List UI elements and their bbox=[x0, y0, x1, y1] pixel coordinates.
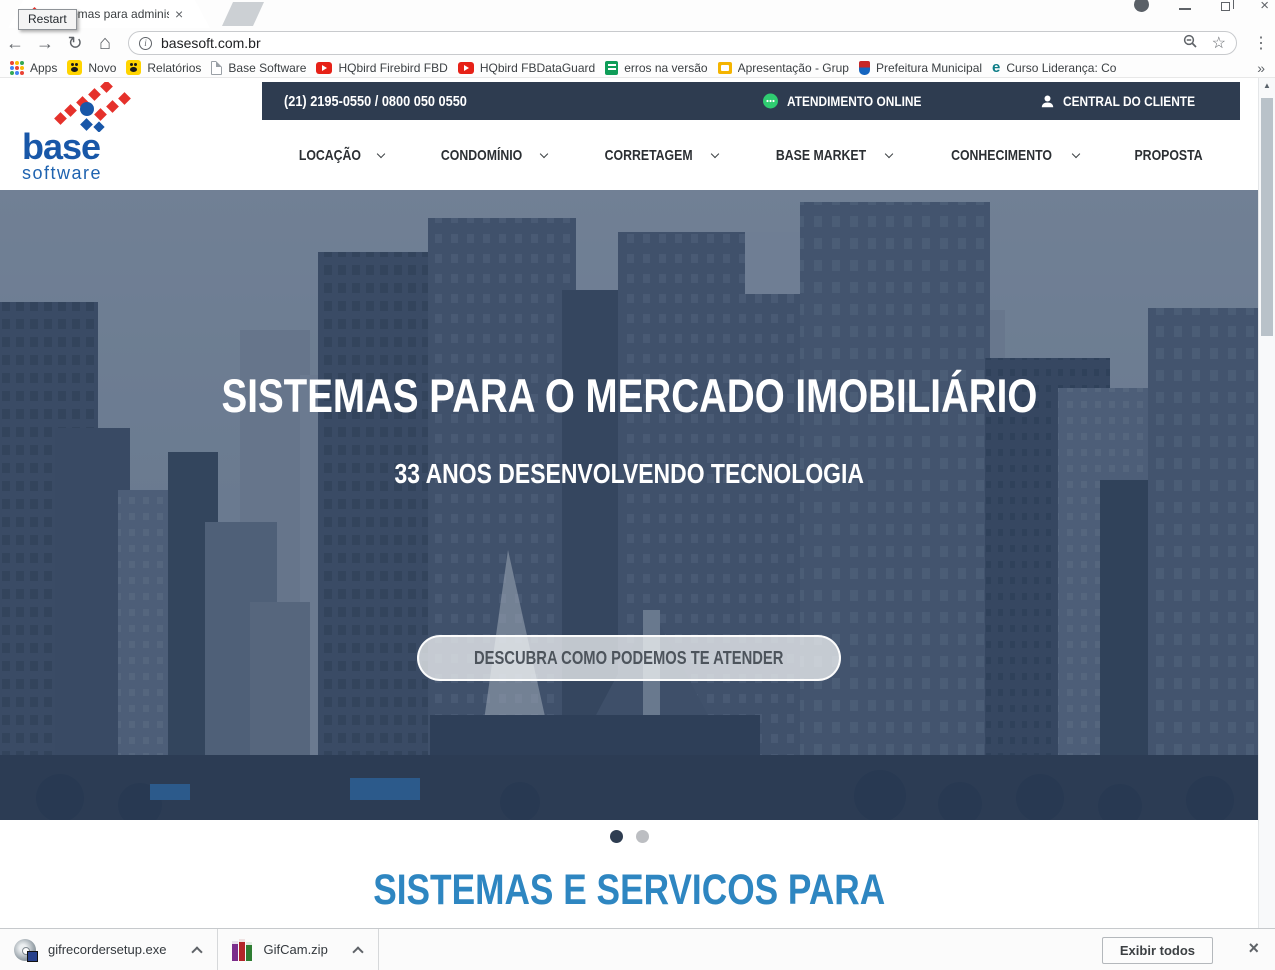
city-skyline-image bbox=[0, 190, 1258, 820]
bookmark-item[interactable]: Novo bbox=[67, 60, 116, 75]
atendimento-online-link[interactable]: ATENDIMENTO ONLINE bbox=[762, 93, 945, 110]
zoom-out-icon[interactable] bbox=[1183, 34, 1198, 53]
close-download-shelf-icon[interactable]: × bbox=[1248, 938, 1259, 959]
nav-item-base-market[interactable]: BASE MARKET bbox=[766, 147, 892, 164]
page-scrollbar[interactable]: ▲ bbox=[1258, 78, 1275, 928]
restart-tooltip: Restart bbox=[18, 9, 77, 30]
download-item[interactable]: GifCam.zip bbox=[218, 929, 379, 970]
bookmark-item[interactable]: Relatórios bbox=[126, 60, 201, 75]
carousel-dots bbox=[0, 830, 1258, 843]
hero-title: SISTEMAS PARA O MERCADO IMOBILIÁRIO bbox=[0, 368, 1258, 423]
profile-avatar-icon[interactable] bbox=[1134, 0, 1149, 12]
scrollbar-thumb[interactable] bbox=[1261, 98, 1273, 336]
edge-icon: e bbox=[992, 60, 1000, 75]
chevron-down-icon bbox=[376, 149, 384, 157]
paw-icon bbox=[126, 60, 141, 75]
download-menu-chevron-icon[interactable] bbox=[352, 946, 363, 957]
chrome-menu-icon[interactable]: ⋮ bbox=[1247, 33, 1275, 53]
forward-button[interactable]: → bbox=[30, 33, 60, 54]
sheets-icon bbox=[605, 61, 618, 75]
crest-icon bbox=[859, 61, 870, 75]
hero-banner: SISTEMAS PARA O MERCADO IMOBILIÁRIO 33 A… bbox=[0, 190, 1258, 820]
bookmark-item[interactable]: Base Software bbox=[211, 61, 306, 75]
site-header: base software (21) 2195-0550 / 0800 050 … bbox=[0, 78, 1258, 190]
download-menu-chevron-icon[interactable] bbox=[191, 946, 202, 957]
chevron-down-icon bbox=[885, 149, 893, 157]
download-shelf: gifrecordersetup.exe GifCam.zip Exibir t… bbox=[0, 928, 1275, 970]
bookmarks-overflow-chevron[interactable]: » bbox=[1257, 60, 1265, 76]
tab-close-icon[interactable]: × bbox=[175, 7, 183, 21]
reload-button[interactable]: ↻ bbox=[60, 33, 90, 54]
bookmarks-bar: Apps Novo Relatórios Base Software HQbir… bbox=[0, 58, 1275, 78]
chevron-down-icon bbox=[540, 149, 548, 157]
nav-item-condominio[interactable]: CONDOMÍNIO bbox=[432, 147, 547, 164]
show-all-downloads-button[interactable]: Exibir todos bbox=[1102, 937, 1213, 964]
site-topbar: (21) 2195-0550 / 0800 050 0550 ATENDIMEN… bbox=[262, 82, 1240, 120]
close-window-button[interactable]: × bbox=[1260, 0, 1269, 14]
winrar-icon bbox=[232, 939, 252, 961]
hero-subtitle: 33 ANOS DESENVOLVENDO TECNOLOGIA bbox=[0, 458, 1258, 490]
download-item[interactable]: gifrecordersetup.exe bbox=[0, 929, 218, 970]
bookmark-star-icon[interactable]: ☆ bbox=[1212, 33, 1226, 53]
person-icon bbox=[1040, 94, 1055, 109]
site-nav: LOCAÇÃO CONDOMÍNIO CORRETAGEM BASE MARKE… bbox=[262, 120, 1240, 190]
youtube-icon bbox=[316, 62, 332, 74]
chat-bubble-icon bbox=[762, 93, 779, 110]
section-heading: SISTEMAS E SERVICOS PARA bbox=[0, 866, 1258, 915]
nav-item-proposta[interactable]: PROPOSTA bbox=[1127, 147, 1210, 164]
bookmark-item[interactable]: erros na versão bbox=[605, 61, 707, 75]
browser-window: Sistemas para administra × × Restart ← →… bbox=[0, 0, 1275, 970]
new-tab-button[interactable] bbox=[222, 2, 264, 26]
bookmark-item[interactable]: HQbird FBDataGuard bbox=[458, 61, 595, 75]
logo-subtext: software bbox=[22, 163, 152, 184]
nav-item-corretagem[interactable]: CORRETAGEM bbox=[595, 147, 718, 164]
installer-disc-icon bbox=[14, 939, 36, 961]
address-bar[interactable]: i basesoft.com.br ☆ bbox=[128, 31, 1237, 55]
nav-item-conhecimento[interactable]: CONHECIMENTO bbox=[940, 147, 1079, 164]
carousel-dot[interactable] bbox=[636, 830, 649, 843]
page-viewport: base software (21) 2195-0550 / 0800 050 … bbox=[0, 78, 1275, 928]
chevron-down-icon bbox=[1072, 149, 1080, 157]
site-logo[interactable]: base software bbox=[22, 82, 152, 183]
page-info-icon[interactable]: i bbox=[139, 37, 152, 50]
bookmark-item[interactable]: HQbird Firebird FBD bbox=[316, 61, 447, 75]
apps-shortcut[interactable]: Apps bbox=[10, 61, 57, 75]
bookmark-item[interactable]: Apresentação - Grup bbox=[718, 61, 849, 75]
slides-icon bbox=[718, 62, 732, 74]
central-do-cliente-link[interactable]: CENTRAL DO CLIENTE bbox=[1040, 93, 1218, 109]
page-icon bbox=[211, 61, 222, 75]
browser-toolbar: ← → ↻ ⌂ i basesoft.com.br ☆ ⋮ bbox=[0, 28, 1275, 58]
scroll-up-arrow-icon[interactable]: ▲ bbox=[1259, 81, 1275, 90]
nav-item-locacao[interactable]: LOCAÇÃO bbox=[292, 147, 384, 164]
home-button[interactable]: ⌂ bbox=[90, 32, 120, 55]
tab-strip: Sistemas para administra × × Restart bbox=[0, 0, 1275, 28]
phone-numbers: (21) 2195-0550 / 0800 050 0550 bbox=[284, 93, 499, 110]
logo-text: base bbox=[22, 132, 152, 163]
bookmark-item[interactable]: eCurso Liderança: Co bbox=[992, 60, 1116, 75]
youtube-icon bbox=[458, 62, 474, 74]
apps-grid-icon bbox=[10, 61, 24, 75]
restore-button[interactable] bbox=[1221, 2, 1230, 11]
bookmark-item[interactable]: Prefeitura Municipal bbox=[859, 61, 982, 75]
url-text[interactable]: basesoft.com.br bbox=[161, 35, 1183, 51]
minimize-button[interactable] bbox=[1179, 8, 1191, 10]
paw-icon bbox=[67, 60, 82, 75]
logo-diamonds-icon bbox=[40, 82, 144, 132]
back-button[interactable]: ← bbox=[0, 33, 30, 54]
chevron-down-icon bbox=[711, 149, 719, 157]
hero-cta-button[interactable]: DESCUBRA COMO PODEMOS TE ATENDER bbox=[417, 635, 841, 681]
carousel-dot-active[interactable] bbox=[610, 830, 623, 843]
